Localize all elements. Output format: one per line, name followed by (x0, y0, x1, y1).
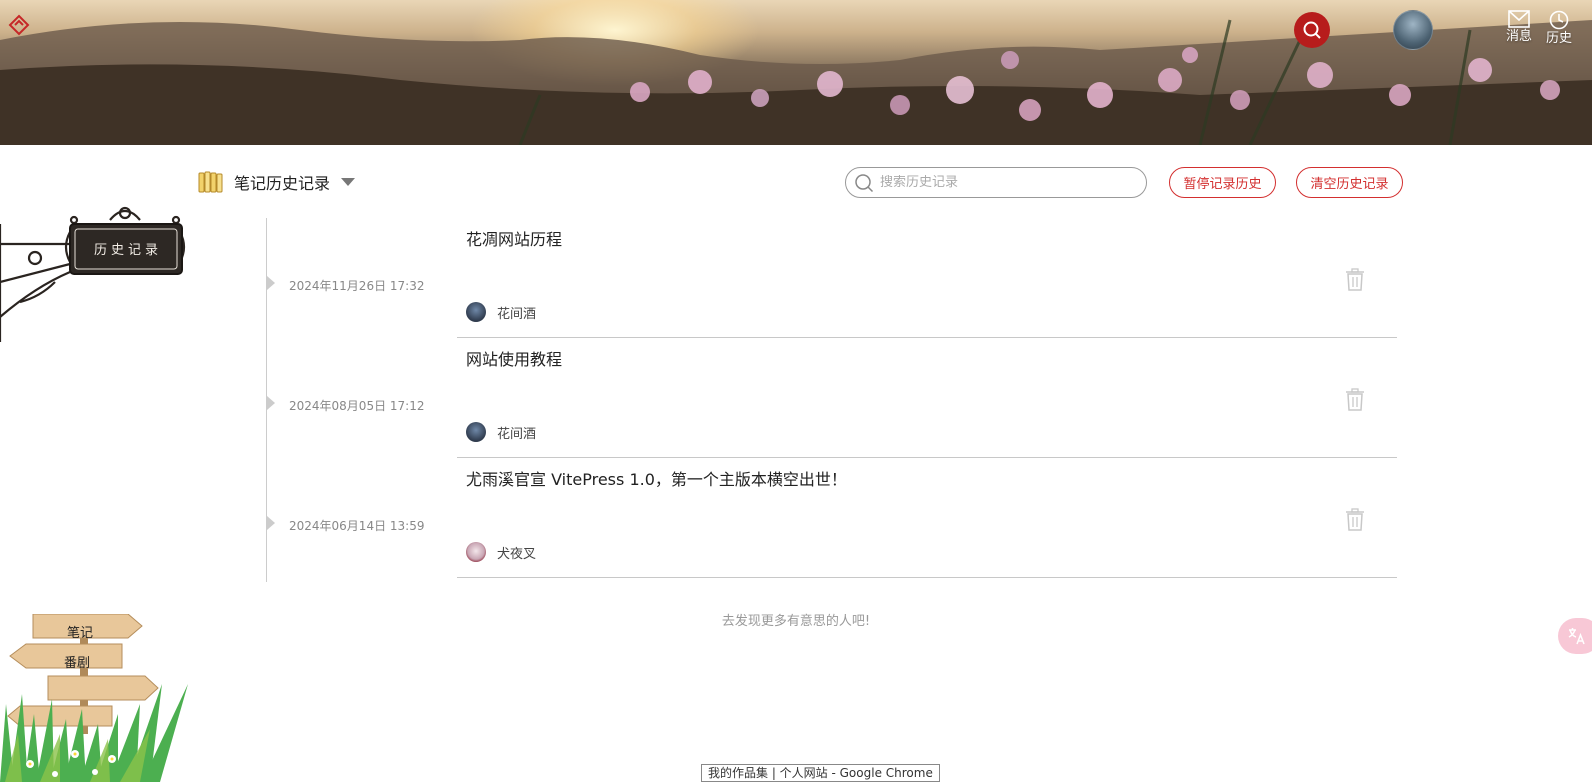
history-search-field[interactable] (845, 167, 1147, 198)
clear-history-button[interactable]: 清空历史记录 (1296, 167, 1403, 198)
author-name: 花间酒 (497, 306, 537, 322)
history-entry-2[interactable]: 2024年08月05日 17:12 网站使用教程 花间酒 (0, 338, 1592, 458)
author-name: 犬夜叉 (497, 546, 537, 562)
search-icon (1303, 21, 1321, 39)
header-search-button[interactable] (1294, 12, 1330, 48)
history-label: 历史 (1545, 31, 1572, 46)
pause-history-button[interactable]: 暂停记录历史 (1169, 167, 1276, 198)
author-name: 花间酒 (497, 426, 537, 442)
discover-more-text: 去发现更多有意思的人吧! (721, 614, 871, 629)
messages-label: 消息 (1505, 29, 1532, 44)
entry-title[interactable]: 花凋网站历程 (466, 226, 562, 250)
signpost-notes-link[interactable]: 笔记 (67, 622, 93, 641)
trash-icon[interactable] (1345, 388, 1365, 412)
entry-author[interactable]: 花间酒 (466, 422, 536, 442)
entry-date: 2024年11月26日 17:32 (289, 279, 425, 293)
header-banner: 消息 历史 (0, 0, 1592, 145)
landscape-image (0, 19, 1592, 145)
signpost-decoration-image (0, 614, 188, 782)
timeline-marker (267, 516, 275, 530)
clock-icon (1549, 10, 1569, 30)
timeline-marker (267, 276, 275, 290)
author-avatar (466, 302, 486, 322)
search-icon (855, 173, 874, 192)
entry-title[interactable]: 尤雨溪官宣 VitePress 1.0，第一个主版本横空出世！ (466, 466, 847, 490)
history-entry-3[interactable]: 2024年06月14日 13:59 尤雨溪官宣 VitePress 1.0，第一… (0, 458, 1592, 578)
translate-icon (1568, 628, 1585, 645)
entry-author[interactable]: 花间酒 (466, 302, 536, 322)
caret-down-icon[interactable] (340, 177, 356, 187)
history-entry-1[interactable]: 2024年11月26日 17:32 花凋网站历程 花间酒 (0, 218, 1592, 338)
page-title: 笔记历史记录 (234, 174, 331, 193)
author-avatar (466, 422, 486, 442)
user-avatar[interactable] (1393, 10, 1433, 50)
messages-button[interactable]: 消息 (1501, 10, 1537, 44)
signpost-anime-link[interactable]: 番剧 (64, 652, 90, 671)
entry-title[interactable]: 网站使用教程 (466, 346, 562, 370)
history-type-selector[interactable]: 笔记历史记录 (198, 168, 356, 196)
entry-author[interactable]: 犬夜叉 (466, 542, 536, 562)
entry-date: 2024年08月05日 17:12 (289, 399, 425, 413)
mail-icon (1508, 10, 1530, 28)
timeline-marker (267, 396, 275, 410)
entry-date: 2024年06月14日 13:59 (289, 519, 425, 533)
author-avatar (466, 542, 486, 562)
history-button[interactable]: 历史 (1541, 10, 1577, 46)
history-search-input[interactable] (880, 175, 1146, 190)
translate-button[interactable] (1558, 618, 1592, 654)
trash-icon[interactable] (1345, 268, 1365, 292)
entry-divider (457, 577, 1397, 578)
site-logo-icon[interactable] (8, 14, 30, 36)
trash-icon[interactable] (1345, 508, 1365, 532)
window-title-tooltip: 我的作品集 | 个人网站 - Google Chrome (701, 764, 940, 782)
notebook-icon (198, 171, 223, 193)
